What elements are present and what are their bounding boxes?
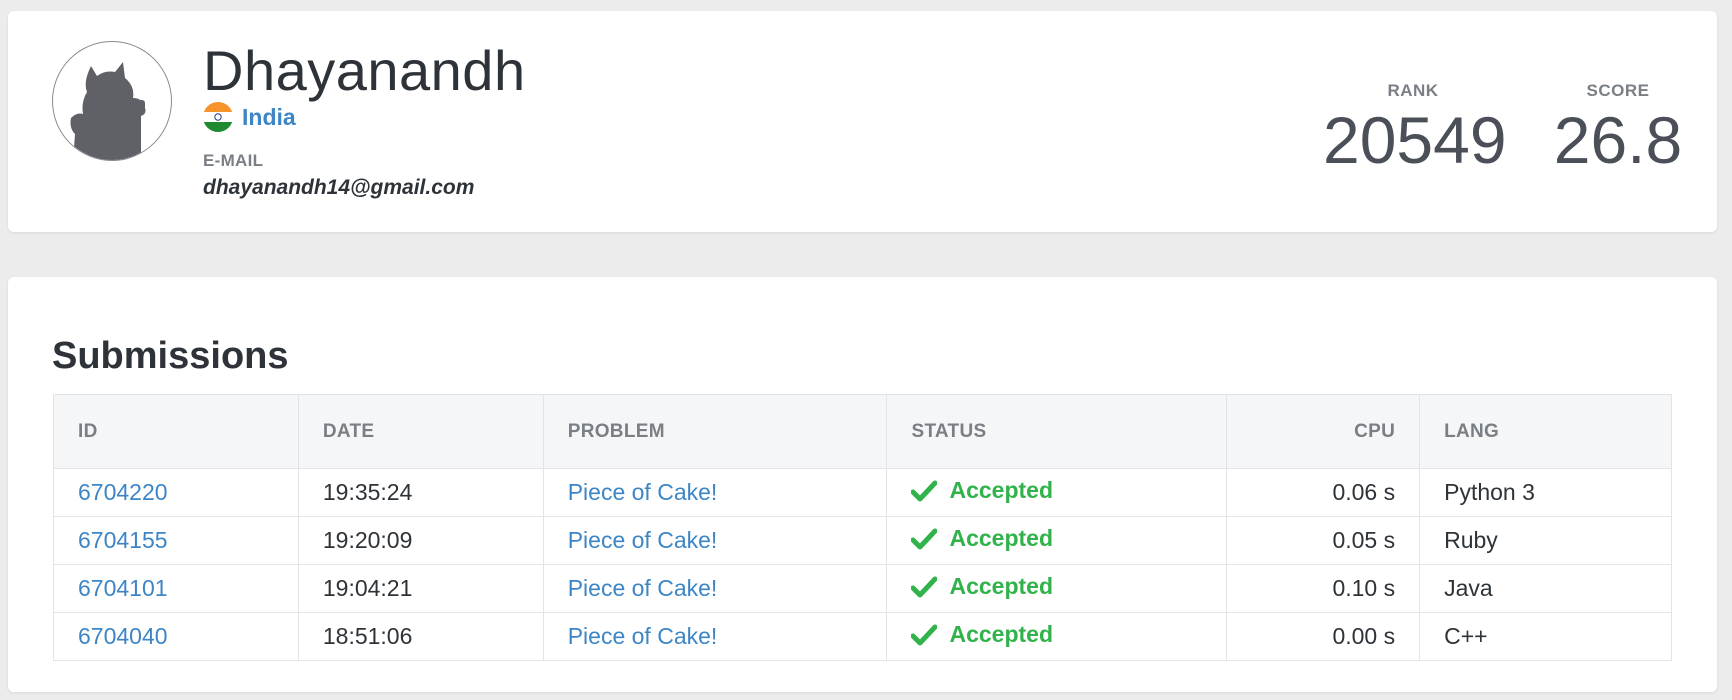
problem-link[interactable]: Piece of Cake! xyxy=(568,623,718,649)
email-label: E-MAIL xyxy=(203,151,264,170)
submission-date: 19:20:09 xyxy=(298,516,544,565)
submission-id-link[interactable]: 6704101 xyxy=(78,575,168,601)
section-title: Submissions xyxy=(52,335,289,377)
submission-date: 19:04:21 xyxy=(298,564,544,613)
submission-date: 18:51:06 xyxy=(298,612,544,661)
status-text: Accepted xyxy=(949,525,1054,551)
country-link[interactable]: India xyxy=(203,101,296,133)
status-text: Accepted xyxy=(949,477,1054,503)
table-row: 6704220 19:35:24 Piece of Cake! Accepted… xyxy=(53,468,1672,517)
column-header-lang[interactable]: LANG xyxy=(1420,395,1672,469)
table-header-row: ID DATE PROBLEM STATUS CPU LANG xyxy=(53,394,1672,469)
submission-lang: Java xyxy=(1419,564,1672,613)
rank-stat: RANK 20549 xyxy=(1323,81,1507,177)
score-label: SCORE xyxy=(1586,81,1650,100)
submission-lang: Python 3 xyxy=(1419,468,1672,517)
submission-cpu: 0.05 s xyxy=(1226,516,1421,565)
table-row: 6704155 19:20:09 Piece of Cake! Accepted… xyxy=(53,516,1672,565)
check-icon xyxy=(910,624,938,652)
score-stat: SCORE 26.8 xyxy=(1533,81,1703,175)
submission-cpu: 0.00 s xyxy=(1226,612,1421,661)
column-header-cpu[interactable]: CPU xyxy=(1226,394,1421,469)
table-row: 6704040 18:51:06 Piece of Cake! Accepted… xyxy=(53,612,1672,661)
status-cell: Accepted xyxy=(886,564,1228,613)
check-icon xyxy=(910,576,938,604)
submission-id-link[interactable]: 6704040 xyxy=(78,623,168,649)
column-header-status[interactable]: STATUS xyxy=(886,394,1228,469)
submission-lang: Ruby xyxy=(1419,516,1672,565)
column-header-id[interactable]: ID xyxy=(53,394,299,469)
country-name: India xyxy=(242,103,296,130)
submissions-table: ID DATE PROBLEM STATUS CPU LANG 6704220 … xyxy=(53,394,1672,661)
column-header-problem[interactable]: PROBLEM xyxy=(543,394,888,469)
rank-value: 20549 xyxy=(1323,103,1507,177)
submission-lang: C++ xyxy=(1419,612,1672,661)
table-row: 6704101 19:04:21 Piece of Cake! Accepted… xyxy=(53,564,1672,613)
status-cell: Accepted xyxy=(886,612,1228,661)
submission-cpu: 0.10 s xyxy=(1226,564,1421,613)
problem-link[interactable]: Piece of Cake! xyxy=(568,479,718,505)
score-value: 26.8 xyxy=(1553,103,1683,177)
profile-card: Dhayanandh India E-MAIL dhayanandh14@gma… xyxy=(8,11,1717,232)
check-icon xyxy=(910,480,938,508)
submission-id-link[interactable]: 6704155 xyxy=(78,527,168,553)
problem-link[interactable]: Piece of Cake! xyxy=(568,575,718,601)
problem-link[interactable]: Piece of Cake! xyxy=(568,527,718,553)
submissions-card: Submissions ID DATE PROBLEM STATUS CPU L… xyxy=(8,277,1717,692)
email-value: dhayanandh14@gmail.com xyxy=(203,176,475,199)
status-cell: Accepted xyxy=(886,468,1228,517)
column-header-date[interactable]: DATE xyxy=(298,394,544,469)
rank-label: RANK xyxy=(1387,81,1439,100)
user-name: Dhayanandh xyxy=(203,39,526,102)
submission-date: 19:35:24 xyxy=(298,468,544,517)
status-text: Accepted xyxy=(949,621,1054,647)
submission-id-link[interactable]: 6704220 xyxy=(78,479,168,505)
submission-cpu: 0.06 s xyxy=(1226,468,1421,517)
cat-silhouette-icon xyxy=(70,62,146,160)
avatar xyxy=(52,41,172,161)
check-icon xyxy=(910,528,938,556)
status-cell: Accepted xyxy=(886,516,1228,565)
india-flag-icon xyxy=(203,102,233,132)
status-text: Accepted xyxy=(949,573,1054,599)
